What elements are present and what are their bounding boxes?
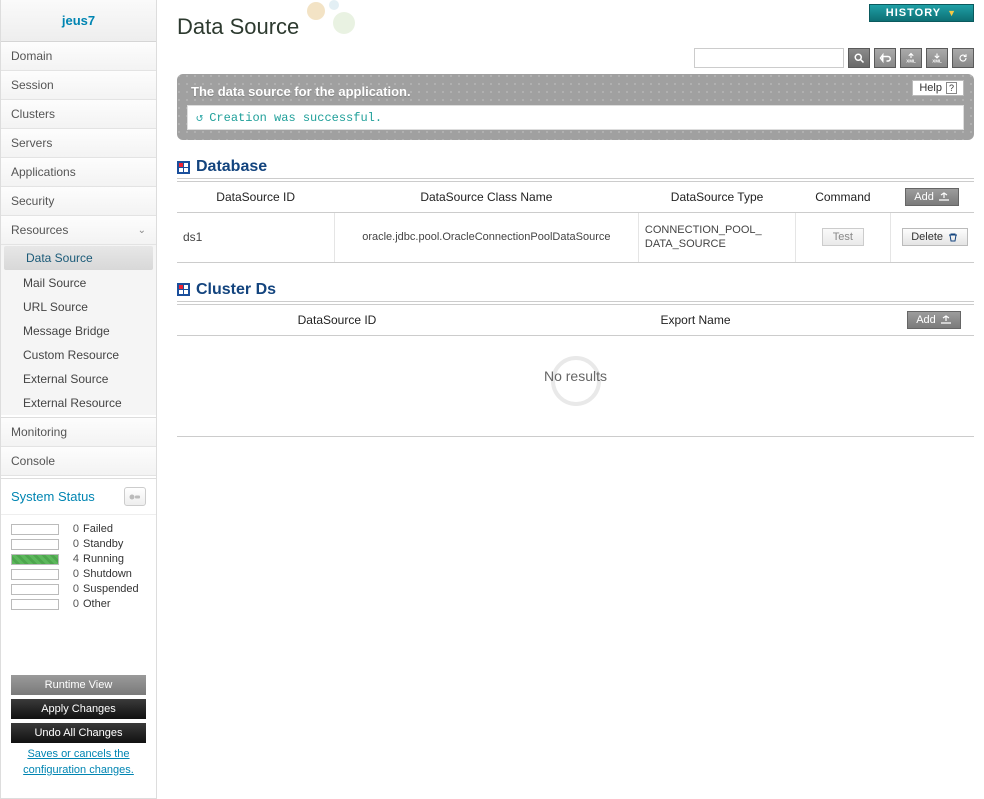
add-label: Add: [914, 191, 934, 203]
cluster-ds-section: Cluster Ds DataSource ID Export Name Add: [177, 281, 974, 437]
resources-submenu: Data Source Mail Source URL Source Messa…: [1, 245, 156, 415]
plus-up-icon: [938, 192, 950, 202]
chevron-down-icon: ⌄: [138, 225, 146, 236]
plus-up-icon: [940, 315, 952, 325]
subnav-custom-resource[interactable]: Custom Resource: [1, 343, 156, 367]
toolbar: XML XML: [177, 48, 974, 68]
import-xml-icon[interactable]: XML: [926, 48, 948, 68]
section-icon: [177, 283, 190, 296]
subnav-data-source[interactable]: Data Source: [4, 246, 153, 270]
add-cluster-ds-button[interactable]: Add: [907, 311, 961, 329]
subnav-message-bridge[interactable]: Message Bridge: [1, 319, 156, 343]
nav-resources-label: Resources: [11, 223, 68, 237]
status-row-running: 4 Running: [11, 553, 146, 565]
main-content: HISTORY ▼ Data Source XML XML Help ? The…: [157, 0, 984, 799]
search-icon[interactable]: [848, 48, 870, 68]
subnav-mail-source[interactable]: Mail Source: [1, 271, 156, 295]
no-results-text: No results: [177, 368, 974, 384]
save-cancel-note-link[interactable]: Saves or cancels the configuration chang…: [17, 747, 140, 778]
system-status-label: System Status: [11, 489, 95, 504]
add-database-button[interactable]: Add: [905, 188, 959, 206]
section-icon: [177, 161, 190, 174]
add-label: Add: [916, 314, 936, 326]
th-export-name: Export Name: [497, 304, 894, 335]
sidebar-button-stack: Runtime View Apply Changes Undo All Chan…: [1, 666, 156, 798]
status-label: Standby: [83, 538, 123, 550]
cell-class: oracle.jdbc.pool.OracleConnectionPoolDat…: [334, 213, 638, 263]
test-button[interactable]: Test: [822, 228, 864, 246]
help-icon: ?: [946, 82, 957, 94]
message-box: ↺ Creation was successful.: [187, 105, 964, 130]
th-cluster-id: DataSource ID: [177, 304, 497, 335]
status-label: Failed: [83, 523, 113, 535]
runtime-view-button[interactable]: Runtime View: [11, 675, 146, 695]
status-count: 4: [65, 553, 79, 565]
status-label: Shutdown: [83, 568, 132, 580]
status-count: 0: [65, 523, 79, 535]
table-row: ds1 oracle.jdbc.pool.OracleConnectionPoo…: [177, 213, 974, 263]
delete-button[interactable]: Delete: [902, 228, 968, 246]
status-label: Suspended: [83, 583, 139, 595]
banner-title: The data source for the application.: [187, 82, 964, 105]
cluster-ds-heading: Cluster Ds: [196, 281, 276, 299]
svg-text:XML: XML: [906, 59, 916, 64]
th-datasource-type: DataSource Type: [638, 182, 795, 213]
database-section: Database DataSource ID DataSource Class …: [177, 158, 974, 263]
status-row-failed: 0 Failed: [11, 523, 146, 535]
subnav-external-resource[interactable]: External Resource: [1, 391, 156, 415]
th-datasource-class: DataSource Class Name: [334, 182, 638, 213]
success-icon: ↺: [196, 110, 203, 125]
system-status-header: System Status: [1, 478, 156, 515]
export-xml-icon[interactable]: XML: [900, 48, 922, 68]
nav-console[interactable]: Console: [1, 447, 156, 476]
database-table: DataSource ID DataSource Class Name Data…: [177, 181, 974, 263]
info-banner: Help ? The data source for the applicati…: [177, 74, 974, 140]
logo[interactable]: jeus7: [1, 0, 156, 42]
status-count: 0: [65, 598, 79, 610]
system-status-list: 0 Failed 0 Standby 4 Running 0 Shutdown …: [1, 515, 156, 623]
status-count: 0: [65, 538, 79, 550]
nav-session[interactable]: Session: [1, 71, 156, 100]
no-results: No results: [177, 336, 974, 437]
undo-all-changes-button[interactable]: Undo All Changes: [11, 723, 146, 743]
delete-label: Delete: [911, 231, 943, 243]
nav-servers[interactable]: Servers: [1, 129, 156, 158]
refresh-icon[interactable]: [952, 48, 974, 68]
nav-clusters[interactable]: Clusters: [1, 100, 156, 129]
help-label: Help: [919, 82, 942, 94]
status-count: 0: [65, 568, 79, 580]
cluster-ds-table: DataSource ID Export Name Add: [177, 304, 974, 336]
status-label: Running: [83, 553, 124, 565]
search-input[interactable]: [694, 48, 844, 68]
nav-resources[interactable]: Resources ⌄: [1, 216, 156, 245]
page-title-text: Data Source: [177, 14, 299, 39]
help-button[interactable]: Help ?: [912, 80, 964, 96]
nav-monitoring[interactable]: Monitoring: [1, 417, 156, 447]
nav-security[interactable]: Security: [1, 187, 156, 216]
message-text: Creation was successful.: [209, 111, 382, 125]
status-label: Other: [83, 598, 111, 610]
status-row-other: 0 Other: [11, 598, 146, 610]
database-heading: Database: [196, 158, 267, 176]
nav-applications[interactable]: Applications: [1, 158, 156, 187]
nav-domain[interactable]: Domain: [1, 42, 156, 71]
svg-text:XML: XML: [932, 59, 942, 64]
status-row-suspended: 0 Suspended: [11, 583, 146, 595]
subnav-external-source[interactable]: External Source: [1, 367, 156, 391]
page-title: Data Source: [177, 0, 974, 48]
th-datasource-id: DataSource ID: [177, 182, 334, 213]
sidebar: jeus7 Domain Session Clusters Servers Ap…: [0, 0, 157, 799]
back-icon[interactable]: [874, 48, 896, 68]
cell-id[interactable]: ds1: [177, 213, 334, 263]
status-row-shutdown: 0 Shutdown: [11, 568, 146, 580]
th-command: Command: [796, 182, 890, 213]
cell-type: CONNECTION_POOL_DATA_SOURCE: [638, 213, 795, 263]
system-status-toggle-icon[interactable]: [124, 487, 146, 506]
status-row-standby: 0 Standby: [11, 538, 146, 550]
apply-changes-button[interactable]: Apply Changes: [11, 699, 146, 719]
subnav-url-source[interactable]: URL Source: [1, 295, 156, 319]
status-count: 0: [65, 583, 79, 595]
delete-icon: [947, 232, 959, 242]
